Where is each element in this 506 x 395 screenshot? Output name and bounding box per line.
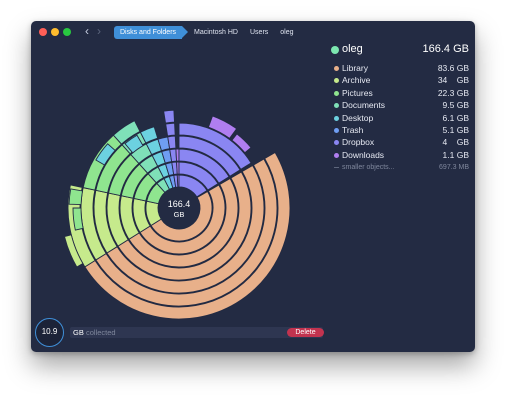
center-size-value: 166.4 bbox=[168, 199, 191, 209]
segment-dropbox-ring-6[interactable] bbox=[163, 109, 175, 124]
legend-item-size: 4 GB bbox=[442, 137, 469, 148]
close-window-button[interactable] bbox=[39, 28, 47, 36]
legend-item-name: Library bbox=[342, 63, 368, 73]
legend-item-size: 34 GB bbox=[437, 75, 469, 86]
legend-item-pictures[interactable]: Pictures 22.3 GB bbox=[331, 88, 469, 100]
minimize-window-button[interactable] bbox=[51, 28, 59, 36]
legend-dot bbox=[334, 115, 339, 121]
legend-item-name: Downloads bbox=[342, 149, 385, 160]
legend-item-name: Desktop bbox=[342, 112, 374, 123]
folder-legend: Library 83.6 GB Archive 34 GB Pictures 22.3… bbox=[331, 63, 469, 175]
legend-dot bbox=[334, 152, 339, 158]
legend-dot bbox=[334, 167, 339, 169]
legend-item-size: 5.1 GB bbox=[442, 124, 469, 135]
collected-unit: GB bbox=[73, 328, 84, 337]
breadcrumb: Disks and Folders Macintosh HD Users ole… bbox=[114, 25, 300, 39]
legend-item-name: Pictures bbox=[342, 87, 373, 98]
legend-item-smaller-objects[interactable]: smaller objects... 697.3 MB bbox=[331, 162, 469, 174]
selected-folder-summary[interactable]: oleg 166.4 GB bbox=[331, 43, 469, 57]
legend-item-documents[interactable]: Documents 9.5 GB bbox=[331, 100, 469, 112]
chevron-right-icon[interactable]: › bbox=[97, 24, 101, 38]
segment-dropbox-ring-5[interactable] bbox=[165, 122, 176, 137]
legend-item-size: 83.6 GB bbox=[437, 63, 469, 73]
legend-dot bbox=[334, 103, 339, 109]
legend-item-archive[interactable]: Archive 34 GB bbox=[331, 75, 469, 87]
legend-item-name: Documents bbox=[342, 100, 385, 111]
legend-item-trash[interactable]: Trash 5.1 GB bbox=[331, 125, 469, 137]
legend-item-name: Trash bbox=[342, 124, 364, 135]
legend-item-size: 22.3 GB bbox=[437, 87, 469, 98]
legend-item-downloads[interactable]: Downloads 1.1 GB bbox=[331, 150, 469, 162]
legend-dot bbox=[334, 90, 339, 96]
legend-item-name: Archive bbox=[342, 75, 371, 86]
legend-item-dropbox[interactable]: Dropbox 4 GB bbox=[331, 137, 469, 149]
legend-item-desktop[interactable]: Desktop 6.1 GB bbox=[331, 113, 469, 125]
folder-color-dot bbox=[331, 46, 339, 54]
sunburst-chart[interactable]: 166.4 GB bbox=[41, 66, 301, 328]
legend-item-size: 9.5 GB bbox=[442, 100, 469, 111]
breadcrumb-item-users[interactable]: Users bbox=[244, 26, 274, 39]
legend-item-name: smaller objects... bbox=[342, 164, 395, 172]
zoom-window-button[interactable] bbox=[63, 28, 71, 36]
delete-button[interactable]: Delete bbox=[287, 328, 324, 337]
collected-label: collected bbox=[86, 328, 116, 337]
segment-fragment-3[interactable] bbox=[68, 188, 84, 206]
segment-downloads-ring-3[interactable] bbox=[175, 148, 180, 162]
collection-drop-zone[interactable]: GB collected bbox=[70, 327, 323, 338]
legend-item-size: 697.3 MB bbox=[439, 164, 469, 172]
legend-item-size: 1.1 GB bbox=[442, 149, 469, 160]
folder-size: 166.4 GB bbox=[422, 43, 469, 55]
legend-dot bbox=[334, 66, 339, 71]
folder-name: oleg bbox=[342, 43, 363, 55]
legend-dot bbox=[334, 140, 339, 146]
legend-dot bbox=[334, 127, 339, 133]
app-window: ‹ › Disks and Folders Macintosh HD Users… bbox=[31, 21, 475, 352]
legend-item-name: Dropbox bbox=[342, 137, 375, 148]
breadcrumb-item-oleg[interactable]: oleg bbox=[274, 26, 299, 39]
center-size-unit: GB bbox=[174, 210, 185, 219]
breadcrumb-item-disks-and-folders[interactable]: Disks and Folders bbox=[114, 25, 189, 39]
segment-dropbox-ring-4[interactable] bbox=[167, 135, 177, 150]
legend-item-size: 6.1 GB bbox=[442, 112, 469, 123]
breadcrumb-item-macintosh-hd[interactable]: Macintosh HD bbox=[188, 26, 244, 39]
collected-amount-badge[interactable]: 10.9 bbox=[35, 318, 64, 347]
chevron-left-icon[interactable]: ‹ bbox=[85, 24, 89, 38]
legend-dot bbox=[334, 78, 339, 84]
legend-item-library[interactable]: Library 83.6 GB bbox=[331, 63, 469, 75]
title-bar: ‹ › Disks and Folders Macintosh HD Users… bbox=[31, 21, 475, 43]
